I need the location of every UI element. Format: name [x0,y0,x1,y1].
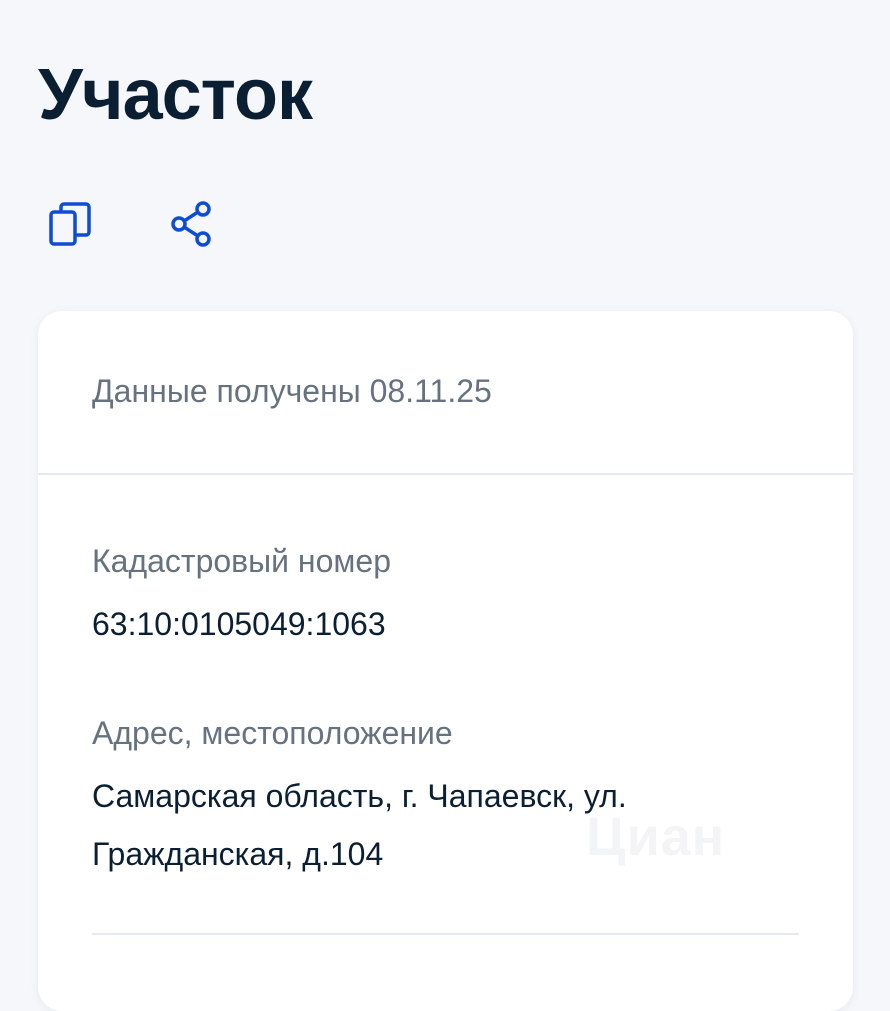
card-header: Данные получены 08.11.25 [38,311,853,475]
share-icon [171,201,211,247]
action-bar [46,200,216,248]
divider [92,933,799,935]
copy-icon [49,202,91,246]
address-label: Адрес, местоположение [92,715,453,751]
data-received-date: Данные получены 08.11.25 [92,373,492,409]
copy-button[interactable] [46,200,94,248]
parcel-info-card: Данные получены 08.11.25 Кадастровый ном… [38,311,853,1011]
cadastral-number-label: Кадастровый номер [92,543,391,579]
page-title: Участок [38,55,313,135]
watermark-logo: Циан [586,807,726,867]
cadastral-number-value: 63:10:0105049:1063 [92,606,386,642]
share-button[interactable] [168,200,216,248]
